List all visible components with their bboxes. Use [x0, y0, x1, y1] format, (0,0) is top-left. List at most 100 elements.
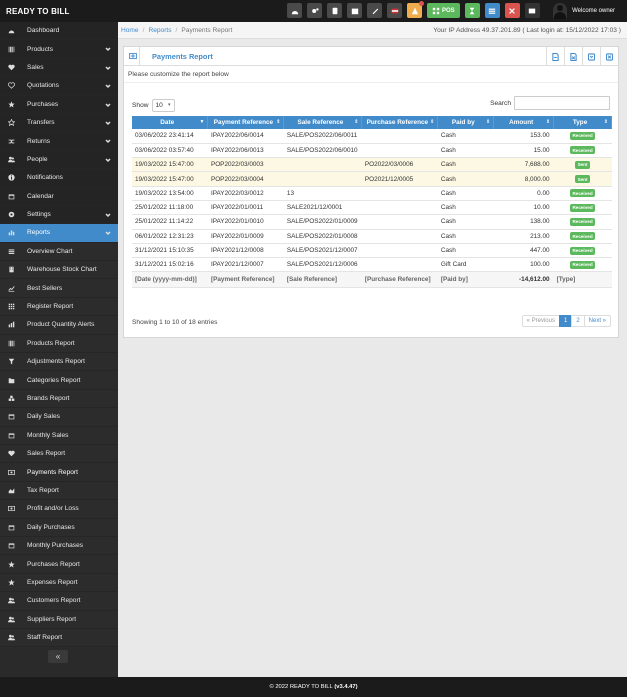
column-header-amount[interactable]: Amount ⇕ [493, 116, 555, 129]
table-row[interactable]: 25/01/2022 11:14:22 IPAY2022/01/0010 SALE/… [132, 214, 612, 230]
sidebar-item-transfers[interactable]: Transfers [0, 113, 118, 133]
settings-shortcut-button[interactable] [307, 3, 322, 18]
sidebar-item-adjustments-report[interactable]: Adjustments Report [0, 353, 118, 372]
sidebar-item-payments-report[interactable]: Payments Report [0, 463, 118, 482]
cell-saleref: SALE/POS2021/12/0007 [283, 243, 362, 259]
sidebar-item-profit-and-or-loss[interactable]: Profit and/or Loss [0, 500, 118, 519]
page-title: Payments Report [152, 51, 213, 61]
sidebar-item-product-quantity-alerts[interactable]: Product Quantity Alerts [0, 316, 118, 335]
search-control: Search [490, 96, 610, 110]
register-details-button[interactable] [484, 3, 500, 18]
hourglass-button[interactable] [464, 3, 480, 18]
column-header-sale-reference[interactable]: Sale Reference ⇕ [283, 116, 363, 129]
footer-filter-purref[interactable]: [Purchase Reference] [361, 271, 438, 289]
sidebar-item-daily-purchases[interactable]: Daily Purchases [0, 518, 118, 537]
styles-button[interactable] [367, 3, 382, 18]
cell-type: Received [553, 229, 612, 244]
export-pdf-button[interactable] [546, 47, 564, 66]
sidebar-item-purchases[interactable]: Purchases [0, 95, 118, 114]
alerts-button[interactable] [407, 1, 424, 18]
sidebar-item-register-report[interactable]: Register Report [0, 297, 118, 317]
footer-filter-paidby[interactable]: [Paid by] [437, 271, 494, 289]
sidebar-item-calendar[interactable]: Calendar [0, 187, 118, 206]
pagination-previous-button[interactable]: « Previous [521, 315, 560, 327]
close-register-button[interactable] [504, 3, 520, 18]
sidebar-item-quotations[interactable]: Quotations [0, 77, 118, 96]
barcode-icon [7, 339, 16, 348]
sidebar-item-label: Profit and/or Loss [27, 505, 79, 513]
page-size-select[interactable]: 10 [151, 99, 175, 112]
sidebar-item-monthly-purchases[interactable]: Monthly Purchases [0, 536, 118, 556]
cell-paidby: Cash [437, 143, 494, 159]
table-row[interactable]: 19/03/2022 15:47:00 POP2022/03/0003 PO2022… [132, 157, 612, 173]
sidebar-item-tax-report[interactable]: Tax Report [0, 481, 118, 501]
close-box-button[interactable] [600, 47, 618, 66]
cell-paidby: Cash [437, 171, 494, 187]
pagination-page-1[interactable]: 1 [558, 315, 573, 327]
barcode-icon [7, 45, 16, 54]
sidebar-item-returns[interactable]: Returns [0, 132, 118, 151]
sidebar-item-suppliers-report[interactable]: Suppliers Report [0, 610, 118, 629]
column-header-date[interactable]: Date ▼ [132, 116, 209, 129]
sidebar-item-sales-report[interactable]: Sales Report [0, 444, 118, 464]
sidebar-item-monthly-sales[interactable]: Monthly Sales [0, 426, 118, 445]
sidebar-item-products[interactable]: Products [0, 40, 118, 59]
footer-filter-date[interactable]: [Date (yyyy-mm-dd)] [132, 271, 208, 289]
cell-payref: IPAY2022/06/0013 [207, 143, 284, 159]
sidebar-item-daily-sales[interactable]: Daily Sales [0, 408, 118, 427]
sidebar-item-settings[interactable]: Settings [0, 205, 118, 225]
user-menu[interactable]: Welcome owner [553, 3, 615, 19]
sidebar-item-expenses-report[interactable]: Expenses Report [0, 573, 118, 593]
sidebar-item-overview-chart[interactable]: Overview Chart [0, 242, 118, 262]
sidebar-item-products-report[interactable]: Products Report [0, 334, 118, 354]
sidebar-item-people[interactable]: People [0, 150, 118, 170]
language-button[interactable] [387, 3, 402, 18]
cell-paidby: Cash [437, 214, 494, 230]
dashboard-shortcut-button[interactable] [287, 3, 302, 18]
sidebar-item-brands-report[interactable]: Brands Report [0, 389, 118, 409]
sidebar-item-customers-report[interactable]: Customers Report [0, 592, 118, 611]
sidebar-collapse-button[interactable]: « [48, 650, 68, 663]
footer-filter-payref[interactable]: [Payment Reference] [207, 271, 284, 289]
search-input[interactable] [514, 96, 610, 110]
table-row[interactable]: 25/01/2022 11:18:00 IPAY2022/01/0011 SALE2… [132, 200, 612, 216]
table-row[interactable]: 31/12/2021 15:02:16 IPAY2021/12/0007 SALE/… [132, 257, 612, 273]
table-row[interactable]: 06/01/2022 12:31:23 IPAY2022/01/0009 SALE/… [132, 229, 612, 244]
sidebar-item-reports[interactable]: Reports [0, 224, 118, 243]
brand-logo[interactable]: READY TO BILL [0, 7, 118, 16]
pagination-page-2[interactable]: 2 [571, 315, 585, 327]
column-header-purchase-reference[interactable]: Purchase Reference ⇕ [361, 116, 439, 129]
calculator-button[interactable] [327, 3, 342, 18]
column-header-type[interactable]: Type ⇕ [553, 116, 612, 129]
toggle-form-button[interactable] [582, 47, 600, 66]
footer-filter-saleref[interactable]: [Sale Reference] [283, 271, 362, 289]
breadcrumb-reports-link[interactable]: Reports [148, 27, 171, 34]
column-header-paid-by[interactable]: Paid by ⇕ [437, 116, 495, 129]
table-row[interactable]: 31/12/2021 15:10:35 IPAY2021/12/0008 SALE/… [132, 243, 612, 259]
sidebar-item-categories-report[interactable]: Categories Report [0, 371, 118, 390]
calendar-icon [351, 8, 358, 14]
pos-button[interactable]: POS [427, 3, 460, 18]
sidebar-item-notifications[interactable]: Notifications [0, 169, 118, 188]
sidebar-item-sales[interactable]: Sales [0, 58, 118, 78]
cell-payref: IPAY2022/03/0012 [207, 186, 284, 201]
sidebar-item-dashboard[interactable]: Dashboard [0, 22, 118, 41]
sidebar-item-staff-report[interactable]: Staff Report [0, 628, 118, 648]
table-row[interactable]: 19/03/2022 15:47:00 POP2022/03/0004 PO2021… [132, 171, 612, 187]
footer-filter-type[interactable]: [Type] [553, 271, 612, 289]
table-row[interactable]: 03/06/2022 03:57:40 IPAY2022/06/0013 SALE/… [132, 143, 612, 159]
sidebar-item-purchases-report[interactable]: Purchases Report [0, 555, 118, 574]
sidebar-item-warehouse-stock-chart[interactable]: Warehouse Stock Chart [0, 261, 118, 280]
export-excel-button[interactable] [564, 47, 582, 66]
calendar-button[interactable] [347, 3, 362, 18]
cell-purref [361, 186, 438, 201]
breadcrumb-home-link[interactable]: Home [121, 27, 139, 34]
sidebar-item-best-sellers[interactable]: Best Sellers [0, 279, 118, 298]
column-header-payment-reference[interactable]: Payment Reference ⇕ [207, 116, 285, 129]
table-row[interactable]: 19/03/2022 13:54:00 IPAY2022/03/0012 13 Cas… [132, 186, 612, 201]
cell-amount: 100.00 [493, 257, 554, 273]
pagination-next-button[interactable]: Next » [583, 315, 611, 327]
footer-filter-amount[interactable]: -14,612.00 [493, 271, 554, 289]
today-sale-button[interactable] [524, 3, 540, 18]
table-row[interactable]: 03/06/2022 23:41:14 IPAY2022/06/0014 SALE/… [132, 129, 612, 144]
